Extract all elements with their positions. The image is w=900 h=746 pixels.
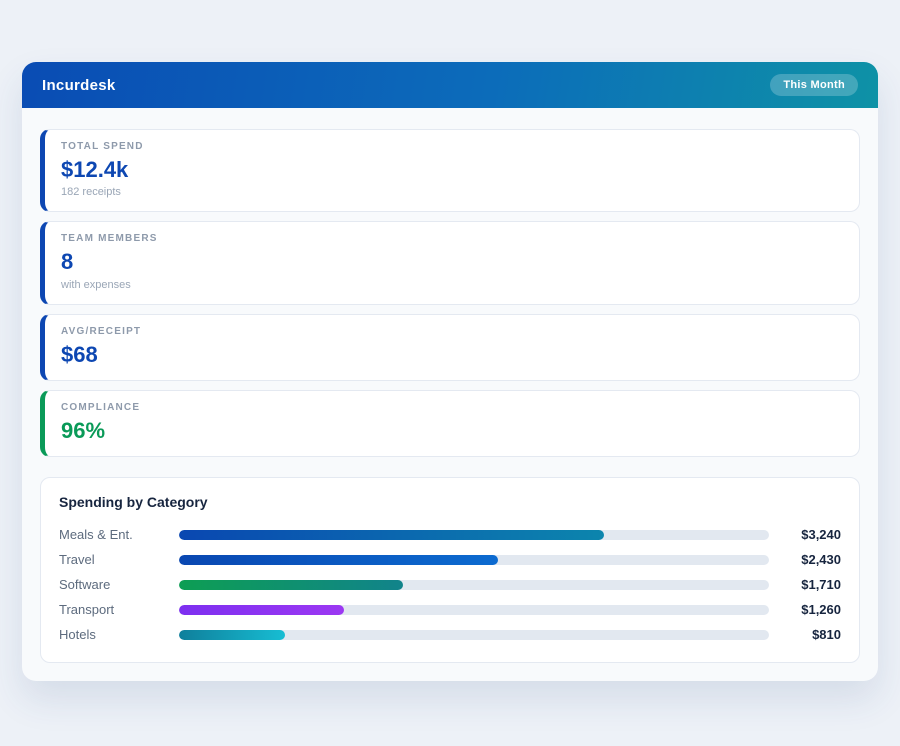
category-row: Transport $1,260 xyxy=(59,597,841,622)
stat-label-compliance: COMPLIANCE xyxy=(61,402,843,413)
stat-sub-total-spend: 182 receipts xyxy=(61,186,843,198)
period-badge[interactable]: This Month xyxy=(770,74,858,96)
stat-value-total-spend: $12.4k xyxy=(61,157,843,182)
stat-card-total-spend: TOTAL SPEND $12.4k 182 receipts xyxy=(40,129,860,212)
category-value: $1,260 xyxy=(769,602,841,617)
category-bar-fill xyxy=(179,530,604,540)
chart-title: Spending by Category xyxy=(59,494,841,510)
stat-card-team-members: TEAM MEMBERS 8 with expenses xyxy=(40,221,860,304)
incurdesk-app-window: Incurdesk This Month TOTAL SPEND $12.4k … xyxy=(22,62,878,681)
category-bar-track xyxy=(179,605,769,615)
category-bar-fill xyxy=(179,580,403,590)
app-title: Incurdesk xyxy=(42,77,116,94)
category-bar-track xyxy=(179,530,769,540)
stat-card-avg-receipt: AVG/RECEIPT $68 xyxy=(40,314,860,381)
category-bar-track xyxy=(179,580,769,590)
stat-sub-team-members: with expenses xyxy=(61,279,843,291)
category-bar-fill xyxy=(179,605,344,615)
category-bar-track xyxy=(179,630,769,640)
category-row: Hotels $810 xyxy=(59,622,841,647)
category-label: Software xyxy=(59,577,179,592)
dashboard-content: TOTAL SPEND $12.4k 182 receipts TEAM MEM… xyxy=(22,108,878,681)
category-bar-fill xyxy=(179,555,498,565)
category-label: Transport xyxy=(59,602,179,617)
stat-card-compliance: COMPLIANCE 96% xyxy=(40,390,860,457)
stat-value-avg-receipt: $68 xyxy=(61,342,843,367)
stat-label-team-members: TEAM MEMBERS xyxy=(61,233,843,244)
category-value: $810 xyxy=(769,627,841,642)
stat-label-total-spend: TOTAL SPEND xyxy=(61,141,843,152)
category-row: Software $1,710 xyxy=(59,572,841,597)
category-label: Travel xyxy=(59,552,179,567)
stat-value-compliance: 96% xyxy=(61,418,843,443)
stat-value-team-members: 8 xyxy=(61,249,843,274)
category-row: Travel $2,430 xyxy=(59,547,841,572)
category-label: Meals & Ent. xyxy=(59,527,179,542)
category-value: $2,430 xyxy=(769,552,841,567)
category-value: $3,240 xyxy=(769,527,841,542)
category-label: Hotels xyxy=(59,627,179,642)
spending-by-category-card: Spending by Category Meals & Ent. $3,240 T… xyxy=(40,477,860,663)
category-value: $1,710 xyxy=(769,577,841,592)
app-header: Incurdesk This Month xyxy=(22,62,878,108)
category-bar-list: Meals & Ent. $3,240 Travel $2,430 Software $1… xyxy=(59,522,841,647)
stat-label-avg-receipt: AVG/RECEIPT xyxy=(61,326,843,337)
category-row: Meals & Ent. $3,240 xyxy=(59,522,841,547)
category-bar-fill xyxy=(179,630,285,640)
category-bar-track xyxy=(179,555,769,565)
